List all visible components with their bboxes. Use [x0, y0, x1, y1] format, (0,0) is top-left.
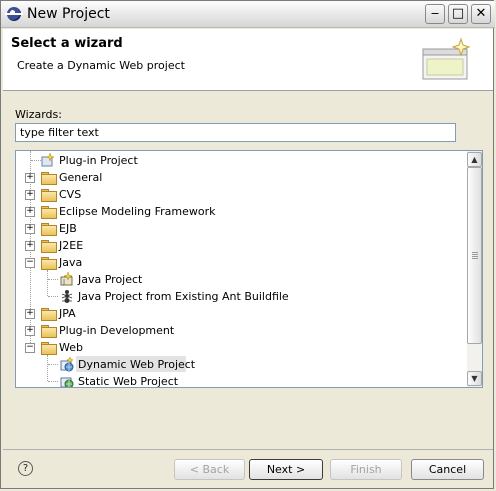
expand-toggle[interactable]: + — [25, 309, 35, 319]
grip-line — [472, 258, 478, 259]
tree-item-j2ee[interactable]: + J2EE — [16, 237, 466, 254]
window-title: New Project — [27, 6, 110, 22]
page-description: Create a Dynamic Web project — [17, 59, 185, 72]
tree-item-java-project[interactable]: J Java Project — [16, 271, 466, 288]
svg-text:J: J — [62, 278, 65, 286]
grip-line — [472, 254, 478, 255]
folder-icon — [41, 240, 57, 253]
tree-item-label: JPA — [59, 307, 76, 320]
maximize-button[interactable]: □ — [448, 4, 468, 24]
folder-icon — [41, 325, 57, 338]
tree-item-label: CVS — [59, 188, 82, 201]
expand-toggle[interactable]: + — [25, 241, 35, 251]
tree-item-label: EJB — [59, 222, 77, 235]
help-icon[interactable]: ? — [18, 461, 33, 476]
back-button[interactable]: < Back — [174, 459, 245, 480]
expand-toggle[interactable]: + — [25, 173, 35, 183]
tree-item-label: Java Project — [78, 273, 143, 286]
finish-button[interactable]: Finish — [330, 459, 402, 480]
folder-icon — [41, 172, 57, 185]
dynamic-web-project-icon — [60, 356, 74, 372]
tree-item-static-web-project[interactable]: Static Web Project — [16, 373, 466, 388]
tree-item-label: Java — [59, 256, 83, 269]
collapse-toggle[interactable]: − — [25, 258, 35, 268]
page-title: Select a wizard — [11, 36, 123, 51]
next-button[interactable]: Next > — [249, 459, 323, 480]
open-folder-icon — [41, 257, 57, 270]
wizard-filter-input[interactable] — [15, 123, 456, 142]
tree-item-label: Plug-in Development — [59, 324, 175, 337]
tree-item-label: Eclipse Modeling Framework — [59, 205, 216, 218]
ant-icon — [61, 290, 73, 303]
tree-guide-line — [48, 296, 58, 297]
expand-toggle[interactable]: + — [25, 190, 35, 200]
minimize-button[interactable]: ‒ — [425, 4, 445, 24]
tree-item-web[interactable]: − Web — [16, 339, 466, 356]
tree-item-label: J2EE — [59, 239, 84, 252]
collapse-toggle[interactable]: − — [25, 343, 35, 353]
tree-guide-line — [48, 364, 58, 365]
eclipse-icon — [5, 7, 23, 21]
tree-item-label: Static Web Project — [78, 375, 179, 388]
grip-line — [472, 256, 478, 257]
tree-item-label: General — [59, 171, 103, 184]
tree-item-java-project-from-ant[interactable]: Java Project from Existing Ant Buildfile — [16, 288, 466, 305]
tree-item-general[interactable]: + General — [16, 169, 466, 186]
tree-item-label: Plug-in Project — [59, 154, 138, 167]
tree-item-plugin-development[interactable]: + Plug-in Development — [16, 322, 466, 339]
wizard-header: Select a wizard Create a Dynamic Web pro… — [3, 29, 493, 91]
new-project-dialog: New Project ‒ □ ✕ Select a wizard Create… — [0, 0, 495, 489]
expand-toggle[interactable]: + — [25, 326, 35, 336]
tree-item-label: Java Project from Existing Ant Buildfile — [78, 290, 289, 303]
tree-item-dynamic-web-project[interactable]: Dynamic Web Project — [16, 356, 466, 373]
cancel-button[interactable]: Cancel — [411, 459, 484, 480]
tree-item-jpa[interactable]: + JPA — [16, 305, 466, 322]
scroll-thumb[interactable] — [467, 167, 482, 344]
tree-item-cvs[interactable]: + CVS — [16, 186, 466, 203]
tree-item-label: Web — [59, 341, 83, 354]
tree-item-label: Dynamic Web Project — [78, 358, 196, 371]
close-button[interactable]: ✕ — [471, 4, 491, 24]
title-bar[interactable]: New Project ‒ □ ✕ — [1, 1, 495, 28]
folder-icon — [41, 206, 57, 219]
static-web-project-icon — [60, 377, 74, 387]
expand-toggle[interactable]: + — [25, 224, 35, 234]
java-project-icon: J — [60, 271, 73, 286]
tree-item-eclipse-modeling-framework[interactable]: + Eclipse Modeling Framework — [16, 203, 466, 220]
new-wizard-banner-icon — [422, 37, 471, 80]
vertical-scrollbar[interactable]: ▲ ▼ — [467, 151, 482, 387]
tree-guide-line — [48, 381, 58, 382]
folder-icon — [41, 308, 57, 321]
scroll-down-button[interactable]: ▼ — [467, 371, 482, 386]
expand-toggle[interactable]: + — [25, 207, 35, 217]
tree-item-java[interactable]: − Java — [16, 254, 466, 271]
open-folder-icon — [41, 342, 57, 355]
tree-item-plugin-project[interactable]: Plug-in Project — [16, 152, 466, 169]
tree-guide-line — [48, 279, 58, 280]
wizard-tree[interactable]: Plug-in Project + General + CVS + Eclips… — [15, 150, 483, 388]
folder-icon — [41, 189, 57, 202]
tree-item-ejb[interactable]: + EJB — [16, 220, 466, 237]
folder-icon — [41, 223, 57, 236]
scroll-up-button[interactable]: ▲ — [467, 152, 482, 167]
wizards-label: Wizards: — [15, 108, 62, 121]
grip-line — [472, 252, 478, 253]
footer-separator — [3, 449, 493, 450]
plugin-project-icon — [41, 152, 55, 167]
